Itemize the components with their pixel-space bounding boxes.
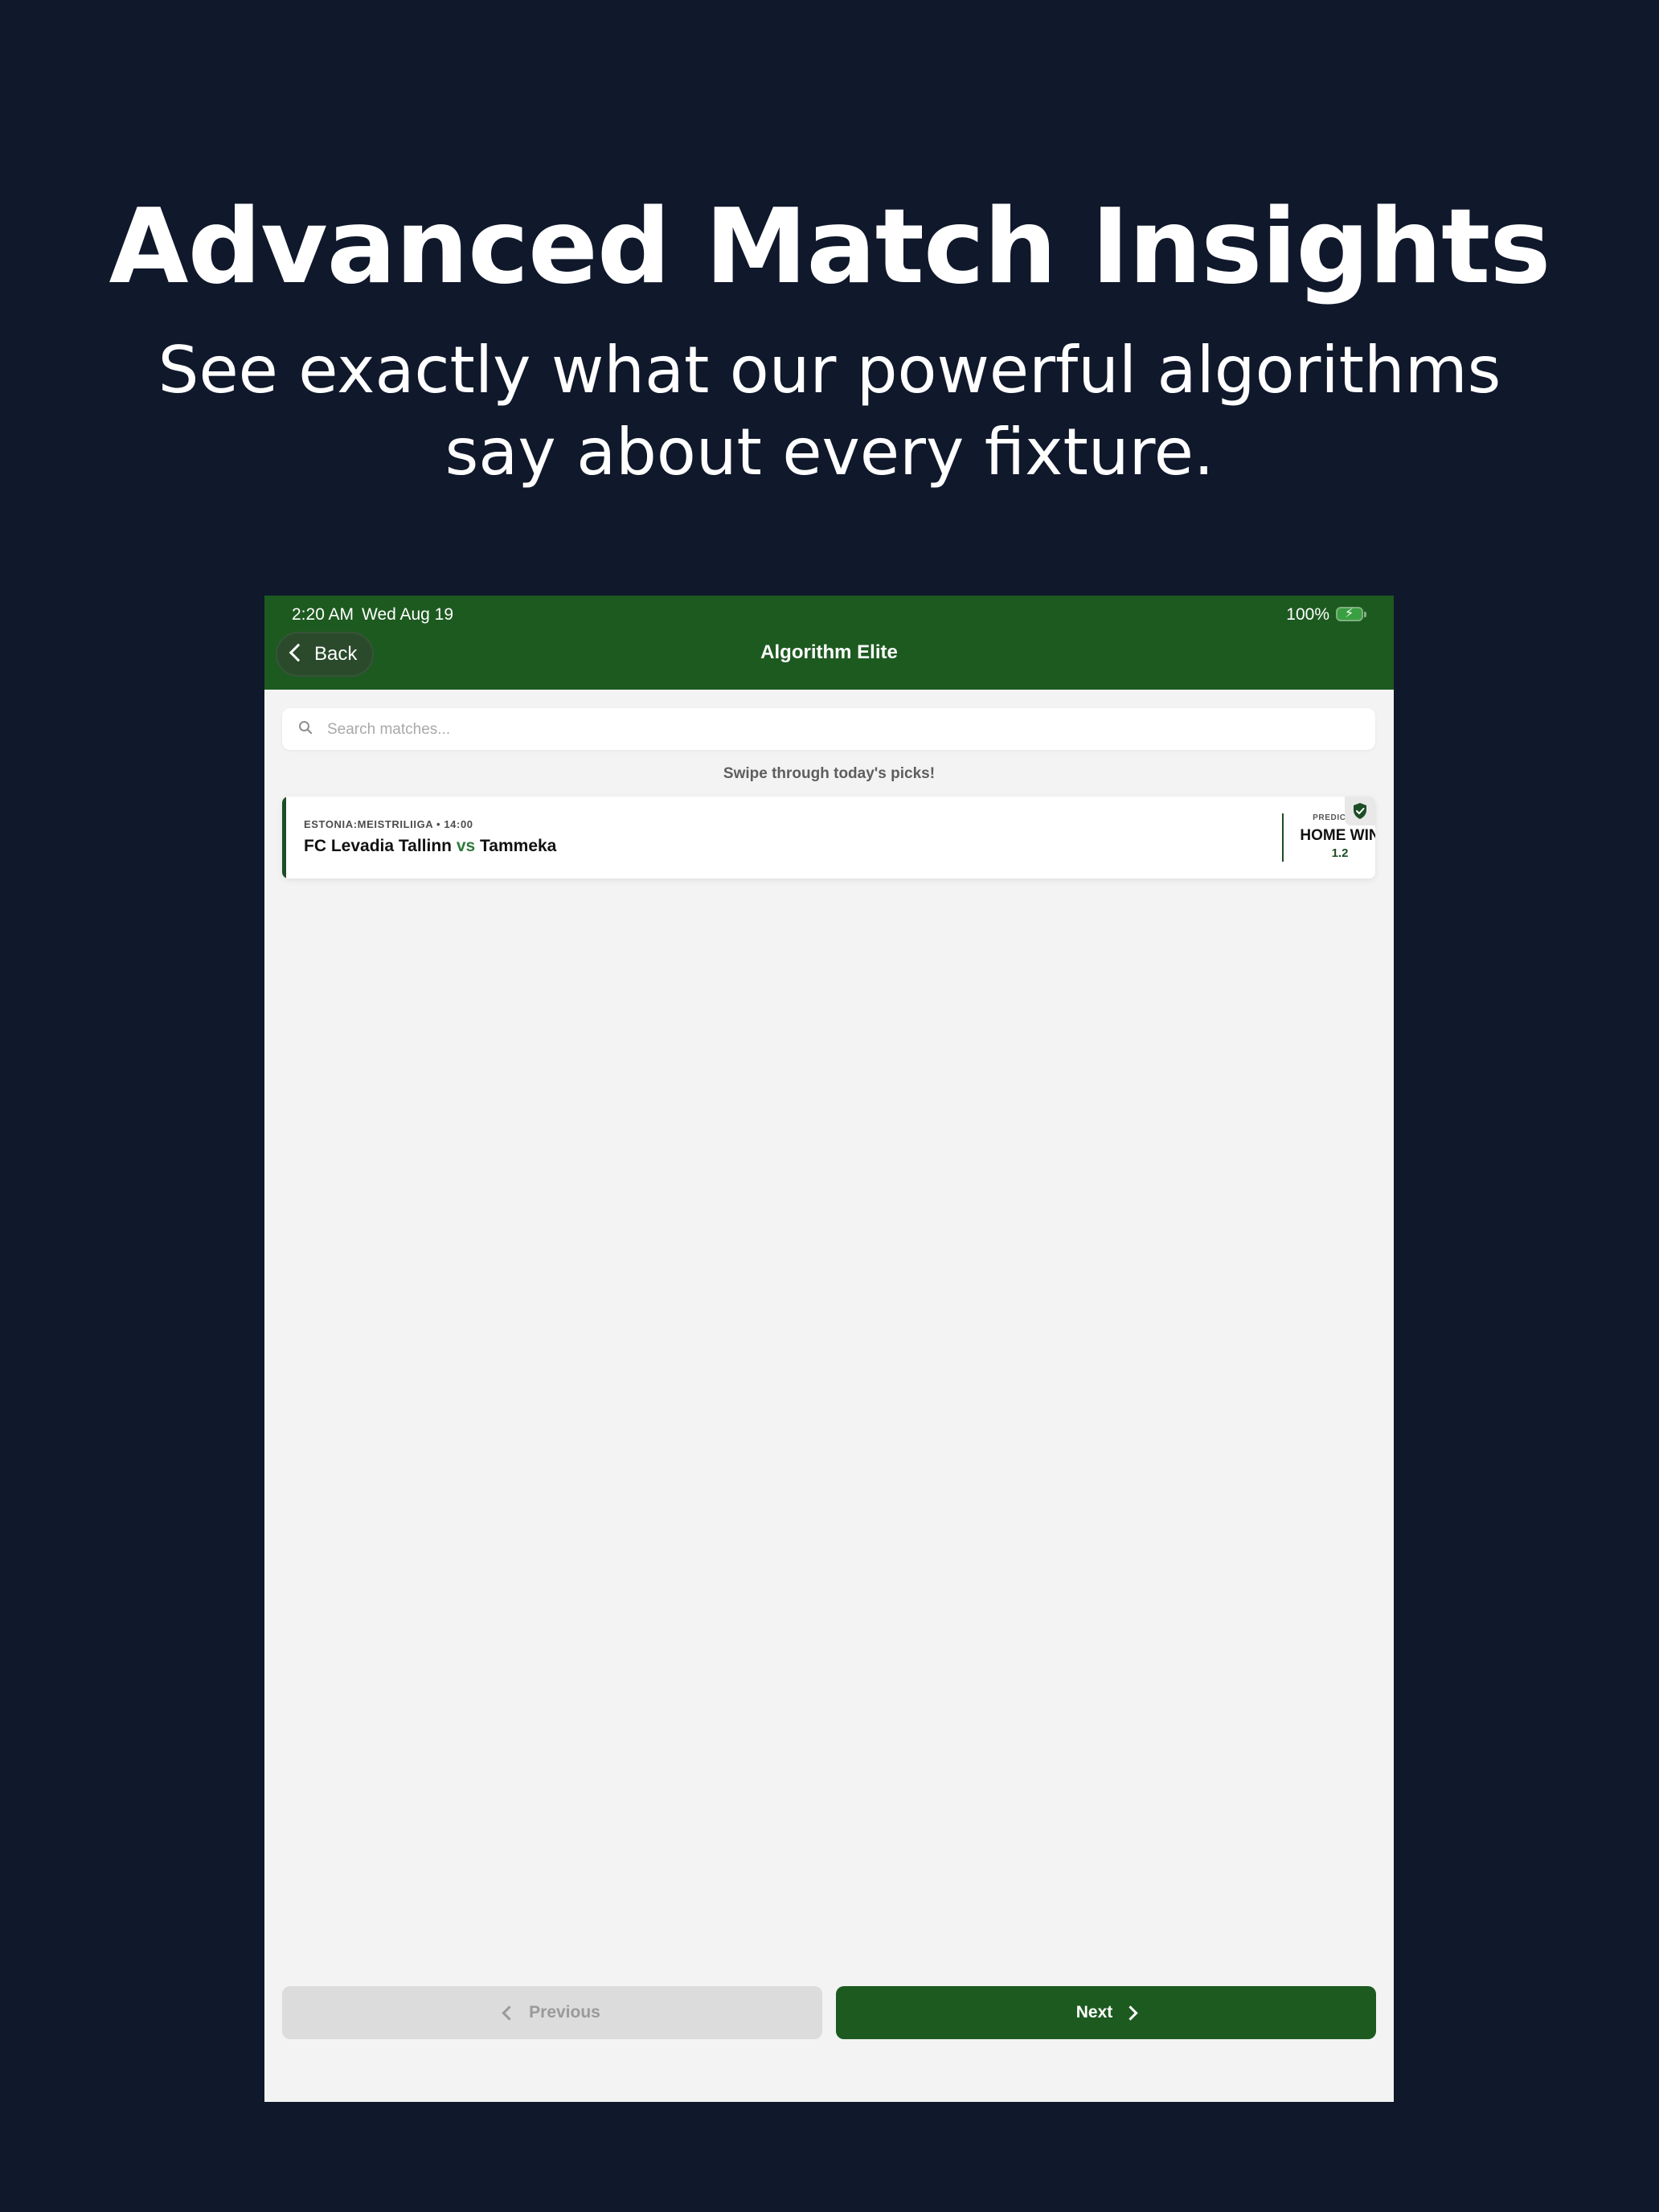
page-title: Algorithm Elite: [760, 641, 898, 663]
match-teams: FC Levadia Tallinn vs Tammeka: [304, 836, 556, 857]
top-bar: 2:20 AM Wed Aug 19 100% ⚡ Back Algorithm…: [264, 596, 1394, 690]
hero-title: Advanced Match Insights: [109, 187, 1551, 307]
search-icon: [299, 721, 313, 735]
next-label: Next: [1075, 2003, 1113, 2022]
hero-subtitle: See exactly what our powerful algorithms…: [158, 333, 1501, 490]
previous-label: Previous: [529, 2003, 600, 2022]
chevron-left-icon: [502, 2005, 517, 2021]
prediction-odds: 1.2: [1331, 846, 1349, 860]
next-button[interactable]: Next: [836, 1986, 1376, 2039]
battery-charging-icon: ⚡: [1336, 607, 1366, 621]
search-box[interactable]: [282, 708, 1375, 750]
previous-button[interactable]: Previous: [282, 1986, 822, 2039]
prediction-value: HOME WIN: [1300, 827, 1375, 844]
status-time: 2:20 AM: [292, 605, 354, 624]
away-team: Tammeka: [480, 837, 557, 855]
battery-percent: 100%: [1286, 605, 1329, 624]
vs-label: vs: [456, 837, 476, 855]
device-screen: 2:20 AM Wed Aug 19 100% ⚡ Back Algorithm…: [264, 596, 1394, 2102]
home-team: FC Levadia Tallinn: [304, 837, 452, 855]
match-league-time: ESTONIA:MEISTRILIIGA • 14:00: [304, 818, 473, 830]
shield-check-icon: [1354, 803, 1366, 819]
status-date: Wed Aug 19: [362, 605, 454, 624]
verified-badge: [1345, 797, 1375, 825]
bolt-icon: ⚡: [1345, 607, 1354, 621]
swipe-hint: Swipe through today's picks!: [723, 765, 936, 782]
chevron-right-icon: [1123, 2005, 1138, 2021]
search-input[interactable]: [326, 715, 1358, 745]
match-card[interactable]: ESTONIA:MEISTRILIIGA • 14:00 FC Levadia …: [282, 797, 1375, 879]
card-accent-bar: [282, 797, 286, 879]
